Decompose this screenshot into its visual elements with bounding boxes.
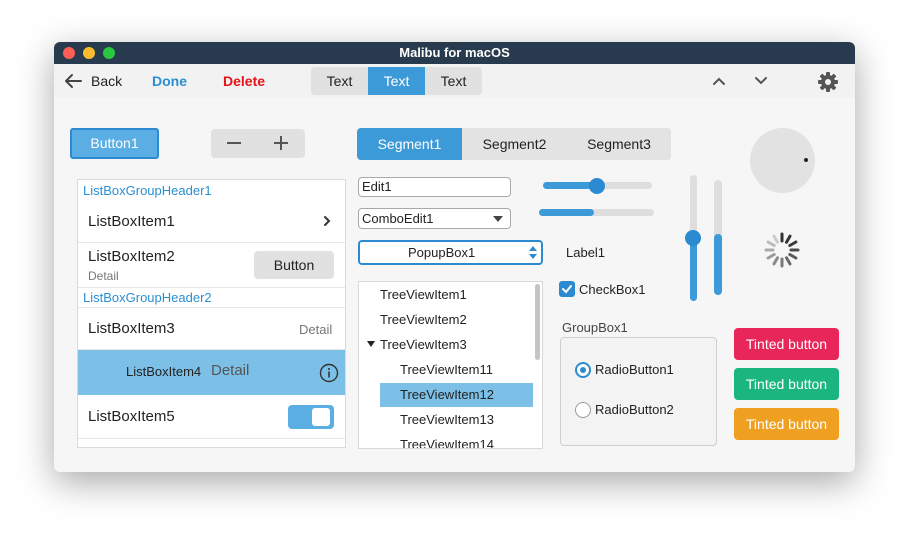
tree-item[interactable]: TreeViewItem14 (400, 433, 494, 448)
minus-icon[interactable] (227, 142, 241, 144)
listbox: ListBoxGroupHeader1 ListBoxItem1 ListBox… (77, 179, 346, 448)
checkbox1-label[interactable]: CheckBox1 (579, 282, 645, 297)
gear-icon[interactable] (817, 71, 839, 93)
vslider1-thumb[interactable] (685, 230, 701, 246)
listbox-group-header: ListBoxGroupHeader2 (78, 288, 345, 308)
tree-item-selected[interactable]: TreeViewItem12 (380, 383, 533, 407)
segment-1[interactable]: Segment1 (357, 128, 462, 160)
toolbar: Back Done Delete Text Text Text (54, 64, 855, 98)
plus-icon-vertical (280, 136, 282, 150)
tree-view: TreeViewItem1 TreeViewItem2 TreeViewItem… (358, 281, 543, 449)
label1: Label1 (566, 245, 606, 260)
list-item-detail: Detail (211, 362, 250, 379)
combo-edit1[interactable]: ComboEdit1 (358, 208, 511, 229)
checkmark-icon (562, 285, 572, 294)
vslider1-fill (690, 238, 697, 301)
tinted-button-green[interactable]: Tinted button (734, 368, 839, 400)
list-item-detail: Detail (299, 322, 333, 337)
listbox-group-header-label: ListBoxGroupHeader2 (83, 290, 212, 305)
zoom-window-button[interactable] (103, 47, 115, 59)
list-item-title: ListBoxItem5 (88, 408, 175, 425)
listbox-group-header-label: ListBoxGroupHeader1 (83, 183, 212, 198)
popup-box1-value: PopupBox1 (408, 245, 476, 260)
radio-button2[interactable] (575, 402, 591, 418)
list-item[interactable]: ListBoxItem2 Detail Button (78, 243, 345, 288)
updown-arrows-icon (529, 246, 537, 259)
tinted-button-red[interactable]: Tinted button (734, 328, 839, 360)
chevron-right-icon (324, 216, 331, 226)
toggle-knob (312, 408, 330, 426)
radio-button1[interactable] (575, 362, 591, 378)
listbox-group-header: ListBoxGroupHeader1 (78, 180, 345, 200)
segment-2[interactable]: Segment2 (462, 128, 567, 160)
list-item[interactable]: ListBoxItem1 (78, 200, 345, 243)
popup-box1[interactable]: PopupBox1 (358, 240, 543, 265)
slider1-thumb[interactable] (589, 178, 605, 194)
app-window: Malibu for macOS Back Done Delete Text T… (54, 42, 855, 472)
dial-knob[interactable] (750, 128, 815, 193)
list-item-button[interactable]: Button (254, 251, 334, 279)
toolbar-segment-2[interactable]: Text (368, 67, 425, 95)
combo-edit1-value: ComboEdit1 (362, 211, 434, 226)
list-item-selected[interactable]: ListBoxItem4 Detail (78, 350, 345, 395)
close-window-button[interactable] (63, 47, 75, 59)
tree-item-label: TreeViewItem12 (400, 387, 494, 402)
list-item[interactable]: ListBoxItem5 (78, 395, 345, 439)
title-bar: Malibu for macOS (54, 42, 855, 64)
stepper (211, 129, 305, 158)
tree-scrollbar[interactable] (535, 284, 540, 360)
checkbox1[interactable] (559, 281, 575, 297)
activity-spinner-icon (764, 232, 800, 268)
toolbar-segment-3[interactable]: Text (425, 67, 482, 95)
back-button[interactable]: Back (64, 64, 124, 98)
radio-dot (580, 367, 586, 373)
chevron-up-icon[interactable] (712, 76, 726, 86)
delete-button[interactable]: Delete (223, 64, 265, 98)
slider2-fill (539, 209, 594, 216)
list-item-title: ListBoxItem1 (88, 213, 175, 230)
tree-item[interactable]: TreeViewItem1 (380, 283, 467, 307)
dropdown-arrow-icon[interactable] (493, 216, 503, 223)
tree-item[interactable]: TreeViewItem11 (400, 358, 493, 382)
list-item-title: ListBoxItem2 (88, 248, 175, 265)
radio-button1-label[interactable]: RadioButton1 (595, 362, 674, 377)
tree-item[interactable]: TreeViewItem3 (380, 333, 467, 357)
back-arrow-icon (65, 74, 82, 88)
radio-button2-label[interactable]: RadioButton2 (595, 402, 674, 417)
list-item-detail: Detail (88, 269, 119, 283)
segment-3[interactable]: Segment3 (567, 128, 671, 160)
tinted-button-orange[interactable]: Tinted button (734, 408, 839, 440)
info-icon[interactable] (319, 363, 339, 383)
chevron-down-icon[interactable] (754, 76, 768, 86)
minimize-window-button[interactable] (83, 47, 95, 59)
edit1-field[interactable]: Edit1 (358, 177, 511, 197)
tree-item[interactable]: TreeViewItem2 (380, 308, 467, 332)
done-button[interactable]: Done (152, 64, 187, 98)
button1[interactable]: Button1 (70, 128, 159, 159)
vslider2-fill (714, 234, 722, 295)
dial-indicator (804, 158, 808, 162)
groupbox1-title: GroupBox1 (562, 320, 628, 335)
list-item[interactable]: ListBoxItem3 Detail (78, 308, 345, 350)
toggle-switch[interactable] (288, 405, 334, 429)
groupbox1: RadioButton1 RadioButton2 (560, 337, 717, 446)
back-label: Back (91, 73, 123, 89)
slider2-track[interactable] (539, 209, 654, 216)
tree-item[interactable]: TreeViewItem13 (400, 408, 494, 432)
disclosure-triangle-icon[interactable] (367, 341, 375, 347)
list-item-title: ListBoxItem3 (88, 320, 175, 337)
list-item-title: ListBoxItem4 (126, 364, 202, 379)
vslider2-track[interactable] (714, 180, 722, 295)
toolbar-segment-1[interactable]: Text (311, 67, 368, 95)
window-title: Malibu for macOS (399, 45, 510, 60)
